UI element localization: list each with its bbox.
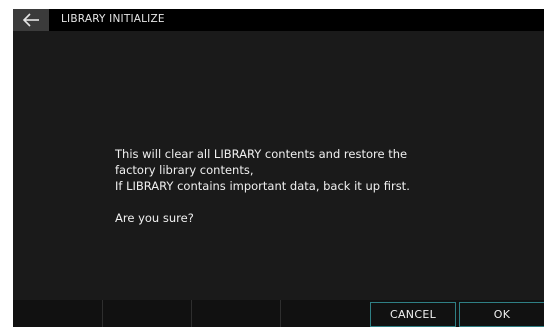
dialog-area: This will clear all LIBRARY contents and…: [13, 31, 544, 304]
function-button-bar: CANCEL OK: [13, 300, 544, 327]
function-slot-3[interactable]: [191, 300, 280, 327]
cancel-button[interactable]: CANCEL: [370, 302, 456, 327]
function-slot-2[interactable]: [102, 300, 191, 327]
page-title: LIBRARY INITIALIZE: [61, 13, 165, 25]
confirmation-question: Are you sure?: [115, 211, 194, 225]
device-screen: LIBRARY INITIALIZE This will clear all L…: [13, 9, 544, 327]
message-line-3: If LIBRARY contains important data, back…: [115, 179, 410, 193]
message-line-1: This will clear all LIBRARY contents and…: [115, 147, 408, 161]
back-button[interactable]: [13, 9, 49, 31]
ok-button[interactable]: OK: [459, 302, 544, 327]
function-slot-4[interactable]: [280, 300, 369, 327]
arrow-left-icon: [22, 13, 39, 27]
message-line-2: factory library contents,: [115, 163, 254, 177]
function-slot-1[interactable]: [13, 300, 102, 327]
confirmation-message: This will clear all LIBRARY contents and…: [115, 146, 455, 226]
title-bar: LIBRARY INITIALIZE: [13, 9, 544, 31]
